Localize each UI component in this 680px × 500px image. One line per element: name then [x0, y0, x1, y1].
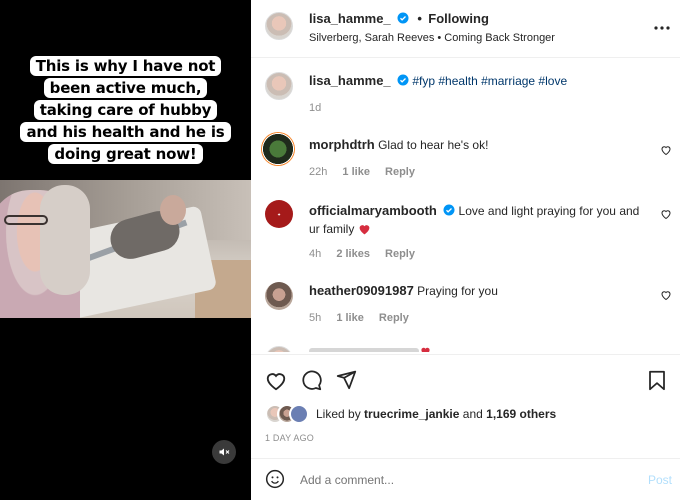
avatar[interactable]	[265, 72, 293, 100]
post-actions: Liked by truecrime_jankie and 1,169 othe…	[251, 354, 680, 458]
caption-time: 1d	[309, 102, 322, 114]
likes-count[interactable]: 1,169 others	[486, 407, 556, 421]
comment-time: 4h	[309, 248, 322, 260]
comment-username[interactable]: morphdtrh	[309, 137, 375, 152]
comment-likes[interactable]: 1 like	[342, 166, 370, 178]
comments-list[interactable]: lisa_hamme_ #fyp #health #marriage #love…	[251, 58, 680, 352]
comments-scrollbar[interactable]	[674, 58, 680, 352]
emoji-icon[interactable]	[265, 469, 285, 489]
comment-text: Glad to hear he's ok!	[378, 138, 489, 152]
like-comment-heart-icon[interactable]	[660, 289, 672, 301]
mute-button[interactable]	[212, 440, 236, 464]
caption-line: and his health and he is	[20, 122, 231, 142]
following-button[interactable]: Following	[428, 11, 489, 26]
avatar[interactable]	[265, 12, 293, 40]
like-heart-icon[interactable]	[265, 370, 287, 391]
share-send-icon[interactable]	[336, 369, 357, 390]
save-bookmark-icon[interactable]	[648, 370, 666, 391]
avatar[interactable]	[265, 282, 293, 310]
comment-text: Praying for you	[417, 284, 498, 298]
header-separator: •	[417, 11, 422, 26]
caption-line: This is why I have not	[29, 56, 222, 76]
reply-button[interactable]: Reply	[385, 166, 415, 178]
caption-line: doing great now!	[48, 144, 203, 164]
avatar[interactable]	[265, 346, 293, 352]
liked-by-avatars[interactable]	[265, 404, 313, 424]
reply-button[interactable]: Reply	[379, 312, 409, 324]
post-date[interactable]: 1 DAY AGO	[265, 433, 314, 443]
red-heart-emoji-icon	[359, 225, 370, 235]
author-username[interactable]: lisa_hamme_	[309, 11, 391, 26]
comment-username[interactable]: heather09091987	[309, 283, 414, 298]
post-photo	[0, 180, 251, 318]
caption-hashtags[interactable]: #fyp #health #marriage #love	[412, 74, 567, 88]
partial-comment-text	[309, 348, 419, 352]
more-options-button[interactable]	[654, 20, 670, 34]
post-comment-button[interactable]: Post	[648, 473, 672, 487]
post-details-panel: lisa_hamme_ • Following Silverberg, Sara…	[251, 0, 680, 500]
post-header: lisa_hamme_ • Following Silverberg, Sara…	[251, 0, 680, 58]
comment-time: 22h	[309, 166, 328, 178]
comment-time: 5h	[309, 312, 322, 324]
comment-icon[interactable]	[301, 370, 322, 391]
verified-badge-icon	[443, 204, 455, 216]
caption-line: taking care of hubby	[33, 100, 218, 120]
audio-track[interactable]: Silverberg, Sarah Reeves • Coming Back S…	[309, 32, 555, 44]
like-comment-heart-icon[interactable]	[660, 208, 672, 220]
like-comment-heart-icon[interactable]	[660, 144, 672, 156]
liked-by-summary: Liked by truecrime_jankie and 1,169 othe…	[316, 407, 556, 421]
verified-badge-icon	[397, 74, 409, 86]
speaker-muted-icon	[219, 448, 230, 456]
post-media[interactable]: This is why I have not been active much,…	[0, 0, 251, 500]
comment-username[interactable]: officialmaryambooth	[309, 203, 437, 218]
red-heart-emoji-icon	[421, 347, 430, 352]
comment-likes[interactable]: 1 like	[336, 312, 364, 324]
caption-line: been active much,	[43, 78, 208, 98]
caption-username[interactable]: lisa_hamme_	[309, 73, 391, 88]
liked-by-prefix: Liked by	[316, 407, 361, 421]
add-comment-bar: Post	[251, 458, 680, 500]
avatar[interactable]: ✦	[265, 200, 293, 228]
comment-likes[interactable]: 2 likes	[336, 248, 370, 260]
verified-badge-icon	[397, 12, 409, 24]
more-horizontal-icon	[654, 26, 670, 30]
avatar[interactable]	[261, 132, 295, 166]
media-caption-overlay: This is why I have not been active much,…	[0, 55, 251, 165]
liked-by-and: and	[462, 407, 483, 421]
liked-by-user[interactable]: truecrime_jankie	[364, 407, 459, 421]
reply-button[interactable]: Reply	[385, 248, 415, 260]
add-comment-input[interactable]	[300, 469, 600, 491]
